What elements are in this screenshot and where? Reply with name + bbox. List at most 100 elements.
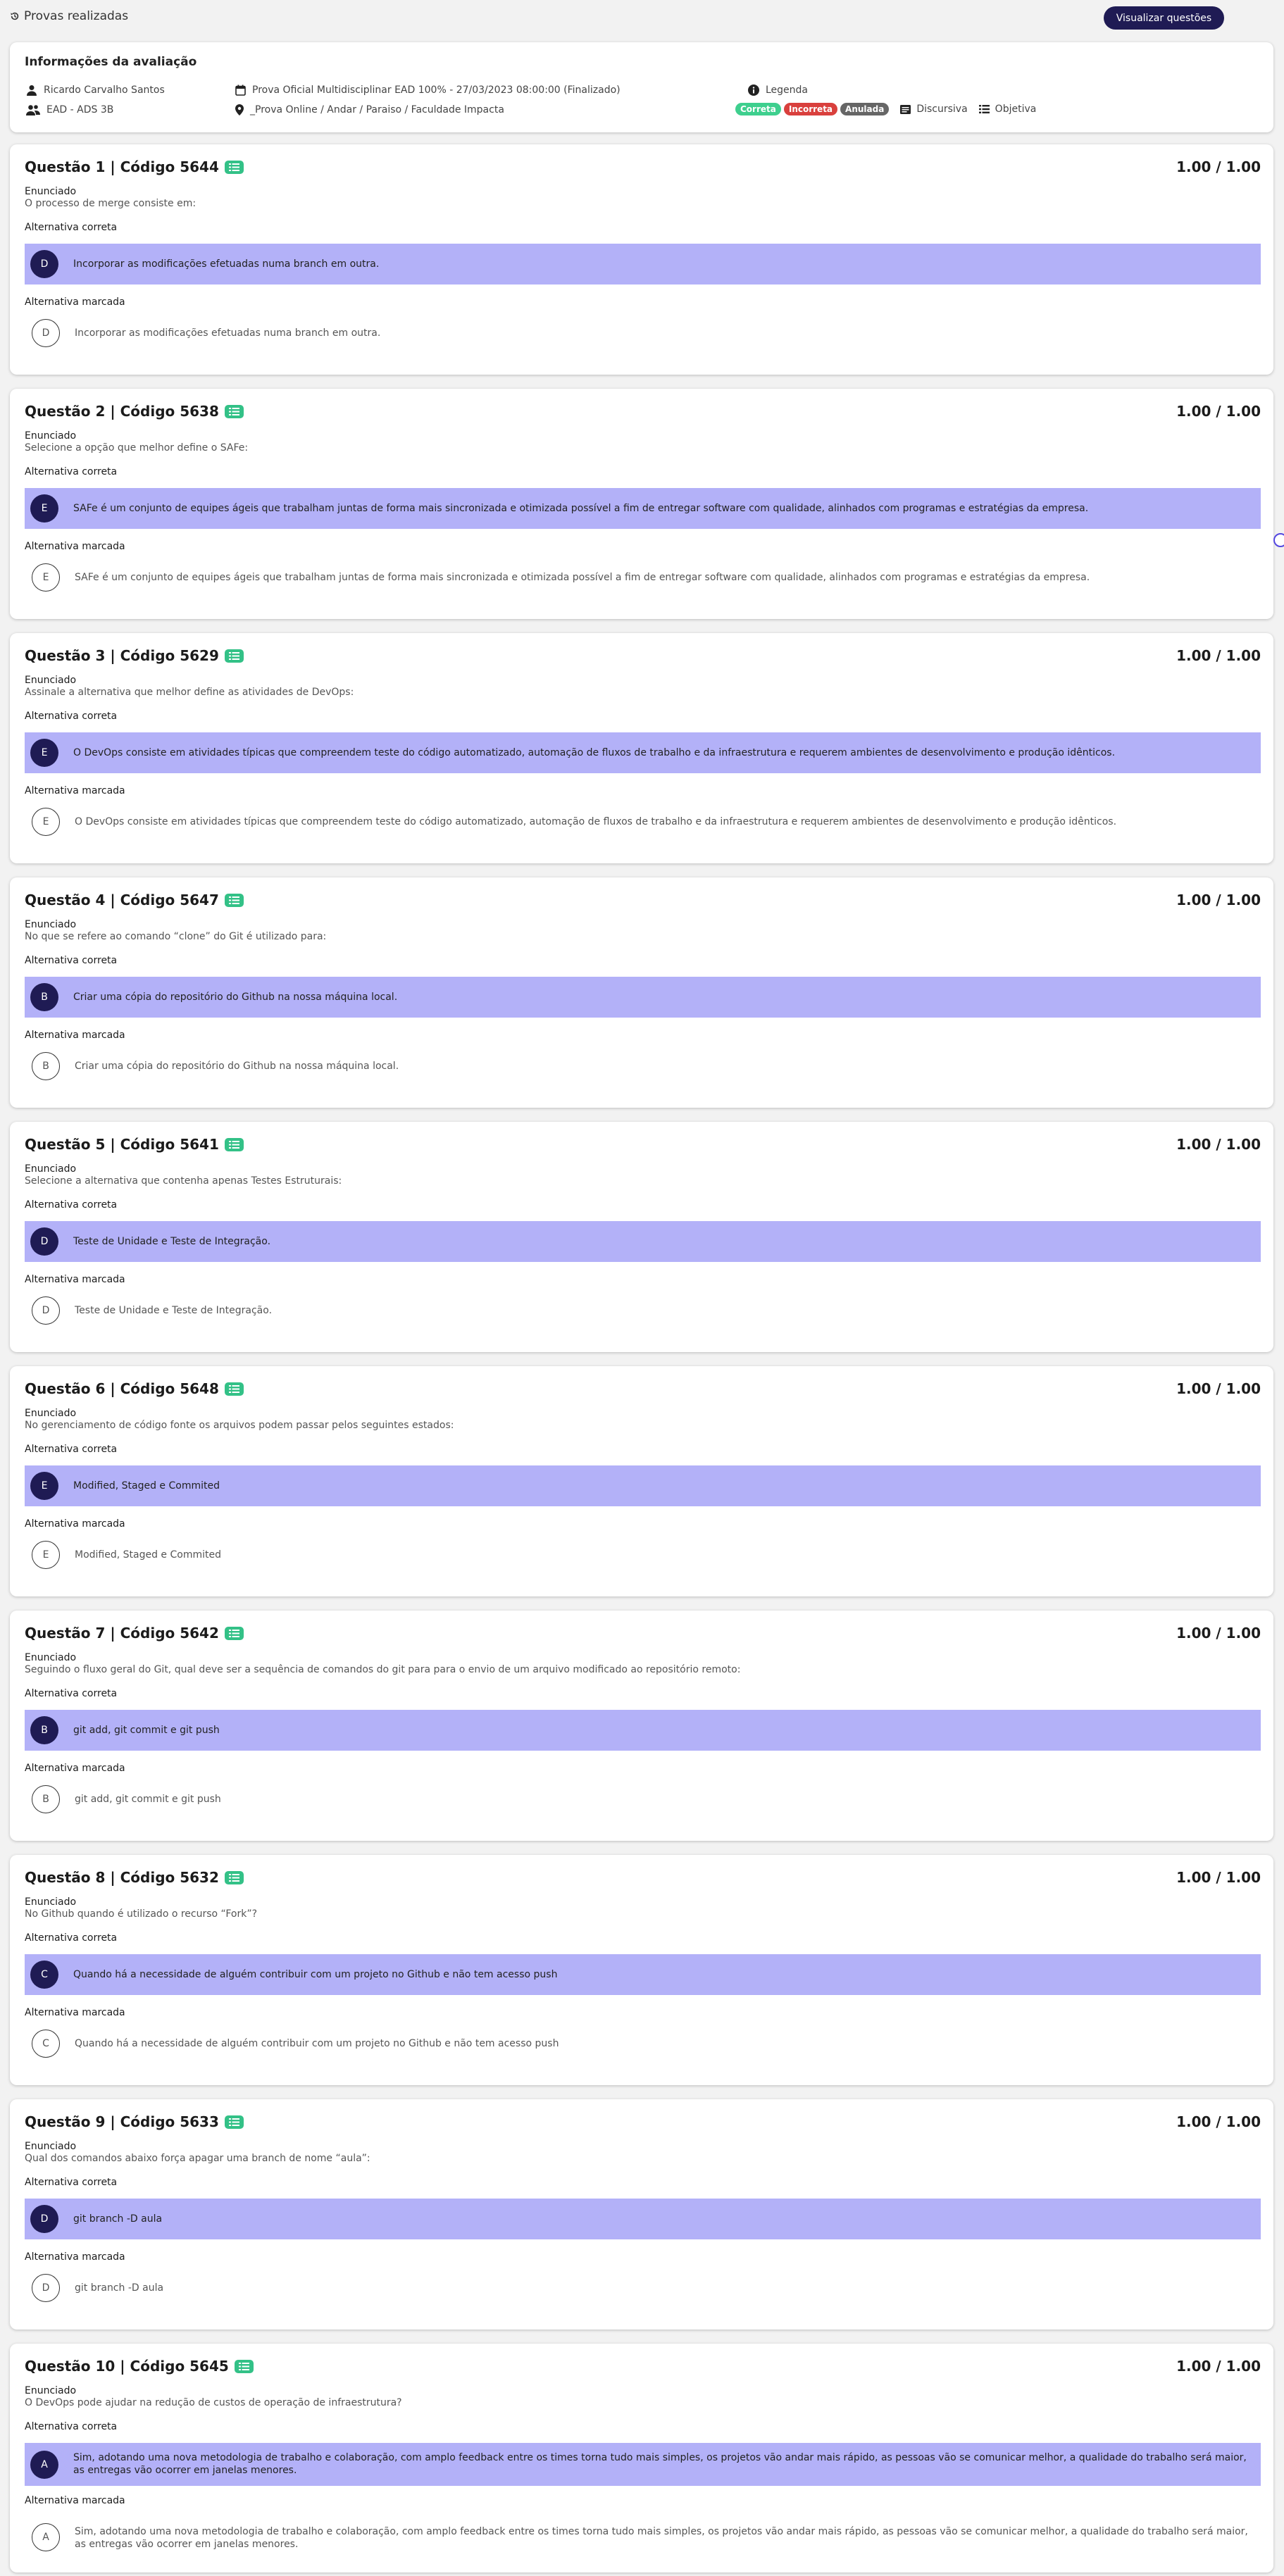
question-score: 1.00 / 1.00	[1176, 1380, 1261, 1397]
correct-letter-circle: E	[30, 1472, 58, 1500]
student-info: Ricardo Carvalho Santos	[26, 85, 165, 96]
marked-answer-label: Alternativa marcada	[25, 1274, 125, 1285]
statement-label: Enunciado	[25, 1408, 77, 1419]
marked-answer-label: Alternativa marcada	[25, 2251, 125, 2263]
question-score: 1.00 / 1.00	[1176, 647, 1261, 664]
correct-answer-label: Alternativa correta	[25, 2177, 118, 2188]
objective-type-icon	[224, 1870, 244, 1884]
side-scroll-indicator[interactable]	[1273, 533, 1284, 547]
marked-answer-label: Alternativa marcada	[25, 296, 125, 308]
marked-answer-text: git add, git commit e git push	[75, 1794, 221, 1805]
statement-text: Selecione a alternativa que contenha ape…	[25, 1175, 342, 1187]
correct-answer-label: Alternativa correta	[25, 1199, 118, 1211]
question-title-text: Questão 5 | Código 5641	[25, 1136, 219, 1153]
statement-text: Selecione a opção que melhor define o SA…	[25, 442, 249, 454]
marked-letter-circle: E	[32, 808, 60, 836]
objective-list-icon	[978, 105, 990, 113]
location-info: _Prova Online / Andar / Paraiso / Faculd…	[235, 104, 504, 115]
question-title: Questão 5 | Código 5641	[25, 1136, 244, 1153]
marked-answer-label: Alternativa marcada	[25, 1518, 125, 1530]
exam-info-title: Informações da avaliação	[25, 55, 197, 69]
correct-letter-circle: E	[30, 494, 58, 523]
view-questions-button[interactable]: Visualizar questões	[1104, 6, 1224, 30]
statement-text: O DevOps pode ajudar na redução de custo…	[25, 2397, 402, 2408]
objective-label: Objetiva	[995, 104, 1037, 115]
question-title: Questão 8 | Código 5632	[25, 1869, 244, 1886]
correct-letter-circle: B	[30, 983, 58, 1011]
objective-type-icon	[224, 1626, 244, 1640]
statement-label: Enunciado	[25, 1896, 77, 1908]
marked-letter-circle: B	[32, 1785, 60, 1813]
objective-type-icon	[224, 893, 244, 907]
question-score: 1.00 / 1.00	[1176, 2113, 1261, 2130]
location-text: _Prova Online / Andar / Paraiso / Faculd…	[250, 104, 504, 115]
correct-answer-text: Quando há a necessidade de alguém contri…	[73, 1969, 558, 1980]
objective-type-icon	[234, 2359, 254, 2373]
objective-type-icon	[224, 1137, 244, 1151]
question-title-text: Questão 10 | Código 5645	[25, 2358, 229, 2375]
question-card: Questão 6 | Código 5648 1.00 / 1.00 Enunci…	[10, 1366, 1273, 1596]
student-name: Ricardo Carvalho Santos	[44, 85, 165, 96]
statement-label: Enunciado	[25, 186, 77, 197]
marked-answer-label: Alternativa marcada	[25, 785, 125, 796]
correct-answer-text: Criar uma cópia do repositório do Github…	[73, 992, 398, 1003]
badge-correct: Correta	[735, 103, 781, 115]
question-title: Questão 4 | Código 5647	[25, 892, 244, 908]
marked-letter-circle: D	[32, 1296, 60, 1325]
correct-answer-label: Alternativa correta	[25, 222, 118, 233]
question-score: 1.00 / 1.00	[1176, 1869, 1261, 1886]
badge-incorrect: Incorreta	[783, 103, 838, 115]
correct-answer-label: Alternativa correta	[25, 1932, 118, 1944]
marked-answer-text: Sim, adotando uma nova metodologia de tr…	[75, 2526, 1248, 2550]
marked-letter-circle: D	[32, 2274, 60, 2302]
marked-letter-circle: E	[32, 563, 60, 592]
question-title-text: Questão 9 | Código 5633	[25, 2113, 219, 2130]
question-card: Questão 5 | Código 5641 1.00 / 1.00 Enunci…	[10, 1122, 1273, 1352]
correct-answer-text: Modified, Staged e Commited	[73, 1480, 220, 1492]
statement-text: Seguindo o fluxo geral do Git, qual deve…	[25, 1664, 741, 1675]
correct-letter-circle: D	[30, 2205, 58, 2233]
correct-answer-label: Alternativa correta	[25, 1688, 118, 1699]
objective-type-icon	[224, 160, 244, 174]
marked-letter-circle: D	[32, 319, 60, 347]
users-icon	[26, 105, 40, 115]
statement-label: Enunciado	[25, 430, 77, 442]
correct-answer-label: Alternativa correta	[25, 1444, 118, 1455]
correct-answer-text: Incorporar as modificações efetuadas num…	[73, 258, 380, 270]
question-card: Questão 2 | Código 5638 1.00 / 1.00 Enunci…	[10, 389, 1273, 619]
question-card: Questão 10 | Código 5645 1.00 / 1.00 Enunc…	[10, 2344, 1273, 2572]
marked-letter-circle: C	[32, 2030, 60, 2058]
back-link-label: Provas realizadas	[24, 9, 129, 23]
correct-letter-circle: A	[30, 2450, 58, 2479]
correct-answer-label: Alternativa correta	[25, 466, 118, 477]
marked-answer-text: Modified, Staged e Commited	[75, 1549, 221, 1561]
question-card: Questão 8 | Código 5632 1.00 / 1.00 Enunci…	[10, 1855, 1273, 2085]
question-score: 1.00 / 1.00	[1176, 1136, 1261, 1153]
correct-answer-text: O DevOps consiste em atividades típicas …	[73, 747, 1116, 758]
correct-answer-text: Sim, adotando uma nova metodologia de tr…	[73, 2452, 1247, 2476]
question-card: Questão 7 | Código 5642 1.00 / 1.00 Enunci…	[10, 1611, 1273, 1841]
question-title: Questão 7 | Código 5642	[25, 1625, 244, 1642]
user-icon	[27, 85, 37, 96]
statement-label: Enunciado	[25, 2141, 77, 2152]
exam-name-info: Prova Oficial Multidisciplinar EAD 100% …	[235, 85, 621, 96]
question-title: Questão 1 | Código 5644	[25, 158, 244, 175]
correct-letter-circle: D	[30, 1227, 58, 1256]
marked-answer-label: Alternativa marcada	[25, 2007, 125, 2018]
question-title-text: Questão 7 | Código 5642	[25, 1625, 219, 1642]
statement-label: Enunciado	[25, 1652, 77, 1663]
question-title-text: Questão 4 | Código 5647	[25, 892, 219, 908]
correct-answer-text: Teste de Unidade e Teste de Integração.	[73, 1236, 271, 1247]
statement-text: Qual dos comandos abaixo força apagar um…	[25, 2153, 370, 2164]
marked-letter-circle: B	[32, 1052, 60, 1080]
marked-letter-circle: E	[32, 1541, 60, 1569]
objective-type-icon	[224, 1382, 244, 1396]
question-title-text: Questão 3 | Código 5629	[25, 647, 219, 664]
marked-answer-text: O DevOps consiste em atividades típicas …	[75, 816, 1117, 827]
statement-text: Assinale a alternativa que melhor define…	[25, 687, 354, 698]
map-pin-icon	[235, 104, 244, 115]
discursive-icon	[900, 104, 911, 114]
statement-text: O processo de merge consiste em:	[25, 198, 197, 209]
question-title: Questão 9 | Código 5633	[25, 2113, 244, 2130]
back-to-exams-link[interactable]: Provas realizadas	[10, 9, 128, 23]
